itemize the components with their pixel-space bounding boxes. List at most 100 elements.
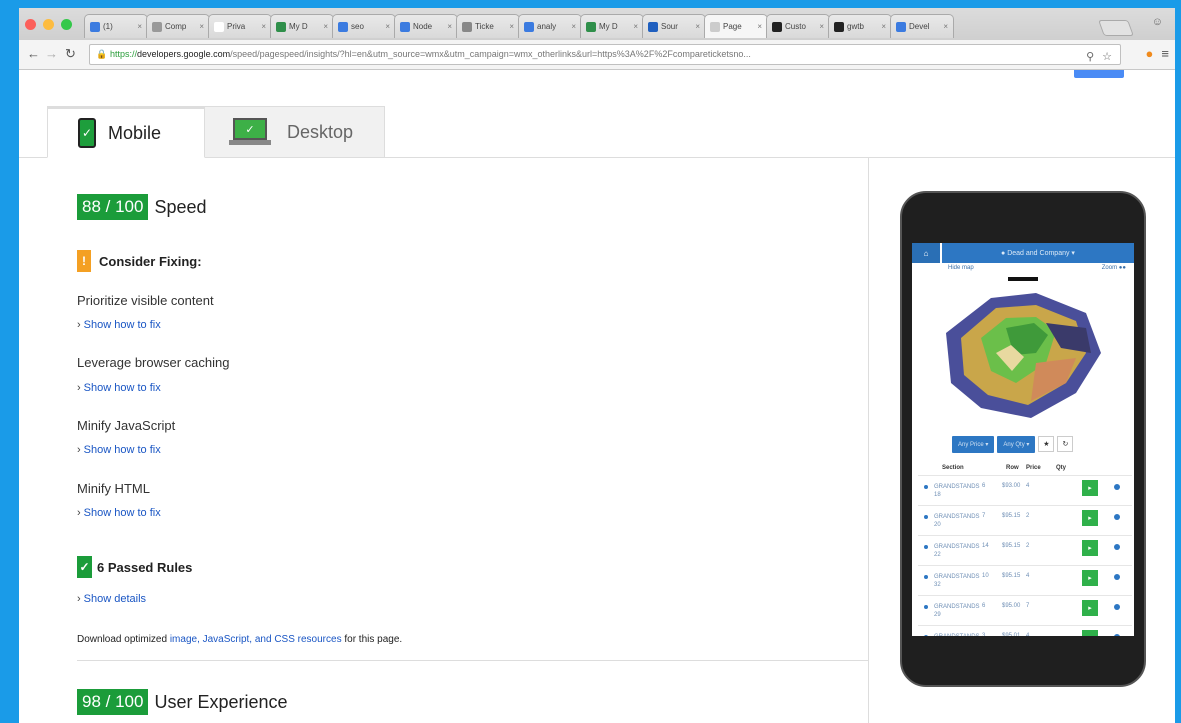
address-bar[interactable]: 🔒 https://developers.google.com/speed/pa… bbox=[89, 44, 1121, 65]
close-window-button[interactable] bbox=[25, 19, 36, 30]
browser-tab[interactable]: Sour × bbox=[642, 14, 706, 38]
browser-tab[interactable]: Priva × bbox=[208, 14, 272, 38]
show-how-to-fix-link[interactable]: › Show how to fix bbox=[77, 382, 161, 394]
preview-row-price: $95.15 bbox=[1002, 543, 1021, 549]
close-tab-icon[interactable]: × bbox=[943, 22, 948, 31]
close-tab-icon[interactable]: × bbox=[881, 22, 886, 31]
preview-row-info-icon bbox=[1114, 484, 1120, 490]
browser-tab[interactable]: Custo × bbox=[766, 14, 830, 38]
tab-desktop-label: Desktop bbox=[287, 121, 354, 142]
profile-icon[interactable]: ☺ bbox=[1152, 16, 1163, 28]
tab-favicon-icon bbox=[648, 21, 658, 32]
close-tab-icon[interactable]: × bbox=[447, 22, 452, 31]
preview-row-info-icon bbox=[1114, 544, 1120, 550]
preview-any-qty: Any Qty ▾ bbox=[997, 436, 1036, 453]
link-label: Show how to fix bbox=[83, 444, 161, 456]
preview-table-row: GRANDSTANDS 22 14 $95.15 2 ▸ bbox=[918, 535, 1132, 565]
tab-favicon-icon bbox=[772, 21, 782, 32]
close-tab-icon[interactable]: × bbox=[385, 22, 390, 31]
close-tab-icon[interactable]: × bbox=[261, 22, 266, 31]
extension-icon[interactable]: ● bbox=[1146, 46, 1154, 61]
search-icon[interactable]: ⚲ bbox=[1086, 48, 1094, 64]
show-how-to-fix-link[interactable]: › Show how to fix bbox=[77, 507, 161, 519]
browser-tab[interactable]: seo × bbox=[332, 14, 396, 38]
url-host: developers.google.com bbox=[137, 49, 231, 59]
show-how-to-fix-link[interactable]: › Show how to fix bbox=[77, 444, 161, 456]
mobile-preview-phone: ⌂ ● Dead and Company ▾ Hide map Zoom ●● … bbox=[900, 191, 1146, 687]
close-tab-icon[interactable]: × bbox=[137, 22, 142, 31]
close-tab-icon[interactable]: × bbox=[695, 22, 700, 31]
preview-hide-map: Hide map bbox=[948, 265, 974, 271]
preview-col-qty: Qty bbox=[1056, 465, 1067, 471]
speed-score-badge: 88 / 100 bbox=[77, 194, 149, 220]
preview-row-qty: 4 bbox=[1026, 633, 1030, 636]
reload-icon[interactable]: ↻ bbox=[65, 46, 76, 62]
stadium-map-image bbox=[946, 293, 1101, 418]
preview-row-price: $93.00 bbox=[1002, 483, 1021, 489]
mobile-preview-screen: ⌂ ● Dead and Company ▾ Hide map Zoom ●● … bbox=[912, 243, 1134, 636]
ux-score-badge: 98 / 100 bbox=[77, 689, 149, 715]
preview-row-section: GRANDSTANDS 22 bbox=[934, 544, 980, 558]
close-tab-icon[interactable]: × bbox=[819, 22, 824, 31]
browser-tab[interactable]: Node × bbox=[394, 14, 458, 38]
back-arrow-icon[interactable]: ← bbox=[27, 46, 40, 61]
bookmark-star-icon[interactable]: ☆ bbox=[1102, 48, 1112, 64]
results-panel: 88 / 100 Speed ! Consider Fixing: Priori… bbox=[19, 158, 869, 723]
show-details-link[interactable]: › Show details bbox=[77, 593, 146, 605]
close-tab-icon[interactable]: × bbox=[757, 22, 762, 31]
browser-tab-label: Comp bbox=[165, 22, 187, 31]
browser-tab[interactable]: My D × bbox=[270, 14, 334, 38]
browser-tab[interactable]: Devel × bbox=[890, 14, 954, 38]
preview-col-price: Price bbox=[1026, 465, 1041, 471]
preview-nav-title-text: Dead and Company bbox=[1007, 249, 1070, 257]
preview-row-go-icon: ▸ bbox=[1082, 510, 1098, 526]
forward-arrow-icon[interactable]: → bbox=[45, 46, 58, 61]
close-tab-icon[interactable]: × bbox=[571, 22, 576, 31]
home-icon: ⌂ bbox=[912, 243, 940, 263]
preview-row-go-icon: ▸ bbox=[1082, 570, 1098, 586]
browser-tab-label: gwtb bbox=[847, 22, 864, 31]
preview-label-bar bbox=[1008, 277, 1038, 281]
tab-mobile[interactable]: ✓ Mobile bbox=[47, 106, 205, 158]
menu-icon[interactable]: ≡ bbox=[1161, 46, 1169, 61]
browser-tab[interactable]: Page × bbox=[704, 14, 768, 38]
link-label: Show how to fix bbox=[83, 507, 161, 519]
tab-favicon-icon bbox=[400, 21, 410, 32]
browser-tab-label: analy bbox=[537, 22, 557, 31]
url-scheme: https:// bbox=[110, 49, 138, 59]
zoom-window-button[interactable] bbox=[61, 19, 72, 30]
preview-row-dot bbox=[924, 545, 928, 549]
preview-row-qty: 7 bbox=[1026, 603, 1030, 609]
show-how-to-fix-link[interactable]: › Show how to fix bbox=[77, 319, 161, 331]
close-tab-icon[interactable]: × bbox=[633, 22, 638, 31]
tab-favicon-icon bbox=[90, 21, 100, 32]
analyze-button[interactable] bbox=[1074, 70, 1124, 78]
close-tab-icon[interactable]: × bbox=[199, 22, 204, 31]
preview-navbar: ⌂ ● Dead and Company ▾ bbox=[912, 243, 1134, 263]
preview-nav-title: ● Dead and Company ▾ bbox=[942, 243, 1134, 263]
browser-tab[interactable]: gwtb × bbox=[828, 14, 892, 38]
preview-any-price-label: Any Price bbox=[958, 442, 984, 448]
download-resources-link[interactable]: image, JavaScript, and CSS resources bbox=[170, 634, 342, 645]
browser-tab[interactable]: analy × bbox=[518, 14, 582, 38]
preview-row-go-icon: ▸ bbox=[1082, 540, 1098, 556]
tab-mobile-label: Mobile bbox=[108, 122, 162, 143]
browser-tab[interactable]: My D × bbox=[580, 14, 644, 38]
tab-desktop[interactable]: ✓ Desktop bbox=[205, 106, 385, 158]
close-tab-icon[interactable]: × bbox=[323, 22, 328, 31]
window-controls bbox=[25, 19, 72, 30]
tab-favicon-icon bbox=[462, 21, 472, 32]
browser-tab[interactable]: Ticke × bbox=[456, 14, 520, 38]
browser-tab[interactable]: (1) × bbox=[84, 14, 148, 38]
preview-row-section: GRANDSTANDS bbox=[934, 633, 980, 636]
link-label: Show details bbox=[83, 593, 147, 605]
minimize-window-button[interactable] bbox=[43, 19, 54, 30]
browser-tab[interactable]: Comp × bbox=[146, 14, 210, 38]
new-tab-button[interactable] bbox=[1098, 20, 1134, 36]
consider-fixing-heading: ! Consider Fixing: bbox=[77, 250, 202, 272]
close-tab-icon[interactable]: × bbox=[509, 22, 514, 31]
browser-tab-label: seo bbox=[351, 22, 364, 31]
ux-label: User Experience bbox=[154, 691, 288, 712]
tab-favicon-icon bbox=[214, 21, 224, 32]
speed-label: Speed bbox=[154, 196, 207, 217]
